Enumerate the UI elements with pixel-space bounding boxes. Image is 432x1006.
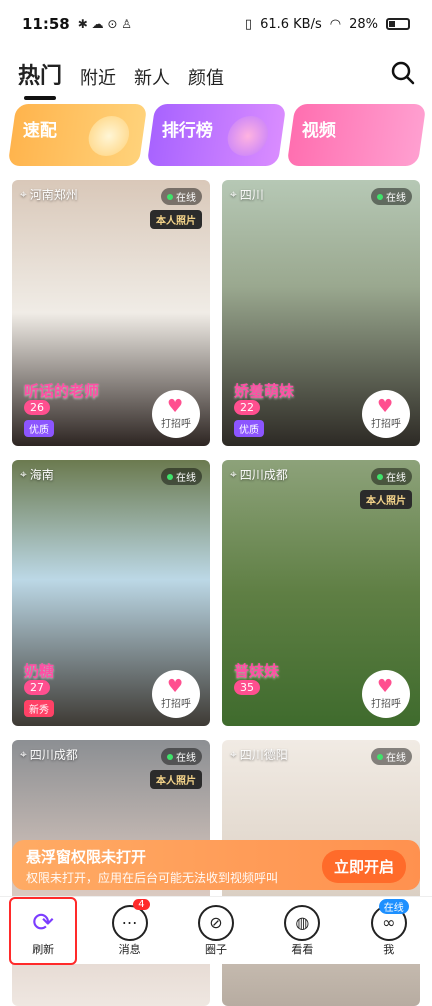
greet-button[interactable]: ♥打招呼 [362, 670, 410, 718]
quality-tag: 优质 [24, 420, 54, 437]
nav-label: 刷新 [32, 941, 54, 957]
location-pin-icon: ⌖ [230, 187, 237, 202]
quality-tag: 优质 [234, 420, 264, 437]
chat-icon: ⋯ [112, 905, 148, 941]
location-label: ⌖海南 [20, 466, 54, 483]
banner-video[interactable]: 视频 [286, 104, 426, 166]
profile-name: 普妹妹 [234, 660, 279, 681]
online-badge: 在线 [161, 468, 202, 485]
tab-nearby[interactable]: 附近 [80, 64, 116, 90]
planet-icon: ◍ [284, 905, 320, 941]
new-tag: 新秀 [24, 700, 54, 717]
banner-ranking[interactable]: 排行榜 [147, 104, 287, 166]
nav-me[interactable]: ∞ 在线 我 [355, 905, 423, 957]
profile-card[interactable]: ⌖四川成都 在线 本人照片 普妹妹 35 ♥打招呼 [222, 460, 420, 726]
vibrate-icon: ▯ [245, 17, 252, 32]
status-time: 11:58 [22, 15, 70, 33]
greet-button[interactable]: ♥打招呼 [152, 390, 200, 438]
location-label: ⌖四川德阳 [230, 746, 288, 763]
nav-label: 消息 [119, 941, 141, 957]
status-bar: 11:58 ✱ ☁ ⊙ ♙ ▯ 61.6 KB/s ◠ 28% [0, 0, 432, 48]
like-count: 27 [24, 680, 50, 695]
location-label: ⌖四川 [230, 186, 264, 203]
online-badge: 在线 [161, 748, 202, 765]
tab-looks[interactable]: 颜值 [188, 64, 224, 90]
location-pin-icon: ⌖ [230, 747, 237, 762]
enable-now-button[interactable]: 立即开启 [322, 850, 406, 883]
profile-name: 奶糖 [24, 660, 54, 681]
heart-icon: ♥ [167, 679, 185, 695]
greet-button[interactable]: ♥打招呼 [152, 670, 200, 718]
profile-name: 娇羞萌妹 [234, 380, 294, 401]
location-label: ⌖河南郑州 [20, 186, 78, 203]
message-badge: 4 [133, 899, 149, 910]
profile-card[interactable]: ⌖河南郑州 在线 本人照片 听话的老师 26 优质 ♥打招呼 [12, 180, 210, 446]
profile-name: 听话的老师 [24, 380, 99, 401]
tab-new[interactable]: 新人 [134, 64, 170, 90]
heart-icon: ♥ [377, 399, 395, 415]
nav-messages[interactable]: ⋯ 4 消息 [96, 905, 164, 957]
verified-photo-badge: 本人照片 [360, 490, 412, 509]
profile-card[interactable]: ⌖海南 在线 奶糖 27 新秀 ♥打招呼 [12, 460, 210, 726]
banner-speed-match[interactable]: 速配 [8, 104, 148, 166]
greet-button[interactable]: ♥打招呼 [362, 390, 410, 438]
location-pin-icon: ⌖ [230, 467, 237, 482]
profile-card[interactable]: ⌖四川 在线 娇羞萌妹 22 优质 ♥打招呼 [222, 180, 420, 446]
feature-banners: 速配 排行榜 视频 [12, 104, 422, 166]
bottom-nav: ⟳ 刷新 ⋯ 4 消息 ⊘ 圈子 ◍ 看看 ∞ 在线 我 [0, 896, 432, 964]
location-pin-icon: ⌖ [20, 187, 27, 202]
top-tabs: 热门 附近 新人 颜值 [18, 58, 224, 90]
network-speed: 61.6 KB/s [260, 17, 322, 32]
banner-speed-match-label: 速配 [23, 116, 57, 141]
nav-look[interactable]: ◍ 看看 [268, 905, 336, 957]
verified-photo-badge: 本人照片 [150, 210, 202, 229]
battery-icon [386, 18, 410, 30]
refresh-icon: ⟳ [25, 905, 61, 941]
heart-icon: ♥ [167, 399, 185, 415]
location-label: ⌖四川成都 [230, 466, 288, 483]
heart-gift-icon [226, 116, 272, 156]
online-badge: 在线 [371, 468, 412, 485]
overlay-permission-banner[interactable]: 悬浮窗权限未打开 权限未打开，应用在后台可能无法收到视频呼叫 立即开启 [12, 840, 420, 890]
like-count: 22 [234, 400, 260, 415]
search-icon[interactable] [390, 60, 416, 86]
online-badge: 在线 [371, 748, 412, 765]
like-count: 26 [24, 400, 50, 415]
emoji-icon [86, 116, 132, 156]
status-icons: ✱ ☁ ⊙ ♙ [78, 17, 132, 31]
nav-label: 看看 [291, 941, 313, 957]
tab-hot[interactable]: 热门 [18, 58, 62, 90]
online-status-badge: 在线 [379, 899, 409, 914]
wifi-icon: ◠ [330, 17, 341, 32]
location-pin-icon: ⌖ [20, 467, 27, 482]
location-label: ⌖四川成都 [20, 746, 78, 763]
heart-icon: ♥ [377, 679, 395, 695]
location-pin-icon: ⌖ [20, 747, 27, 762]
like-count: 35 [234, 680, 260, 695]
banner-ranking-label: 排行榜 [162, 116, 213, 141]
nav-refresh[interactable]: ⟳ 刷新 [9, 897, 77, 965]
nav-label: 我 [383, 941, 394, 957]
compass-icon: ⊘ [198, 905, 234, 941]
nav-circle[interactable]: ⊘ 圈子 [182, 905, 250, 957]
battery-percent: 28% [349, 17, 378, 32]
verified-photo-badge: 本人照片 [150, 770, 202, 789]
nav-label: 圈子 [205, 941, 227, 957]
online-badge: 在线 [371, 188, 412, 205]
online-badge: 在线 [161, 188, 202, 205]
banner-video-label: 视频 [302, 116, 336, 141]
